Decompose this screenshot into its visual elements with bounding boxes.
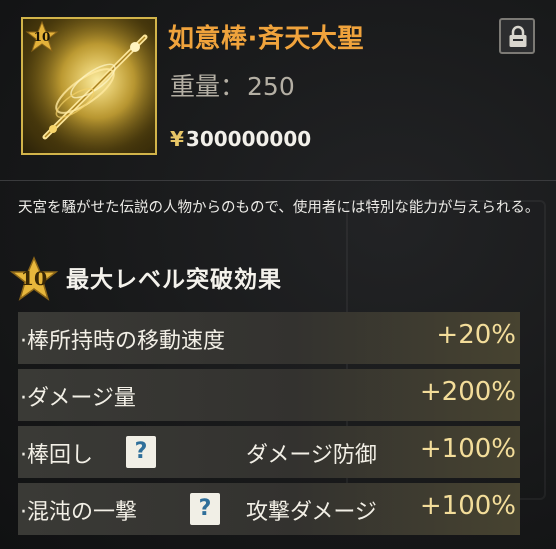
effect-row: ·棒所持時の移動速度 +20% (18, 312, 520, 364)
item-description: 天宮を騒がせた伝説の人物からのもので、使用者には特別な能力が与えられる。 (18, 200, 540, 216)
weight-value: 250 (247, 72, 295, 101)
divider (0, 180, 556, 181)
item-price: ¥300000000 (170, 127, 311, 151)
effect-sub-label: 攻撃ダメージ (246, 500, 377, 525)
effects-list: ·棒所持時の移動速度 +20% ·ダメージ量 +200% ·棒回し ? ダメージ… (18, 312, 520, 540)
price-value: 300000000 (185, 127, 312, 151)
help-icon[interactable]: ? (126, 436, 156, 468)
item-weight: 重量：250 (170, 67, 295, 103)
effect-row: ·棒回し ? ダメージ防御 +100% (18, 426, 520, 478)
max-level-section-header: 10 最大レベル突破効果 (8, 256, 548, 301)
effect-label: ·棒所持時の移動速度 (20, 329, 225, 354)
effect-label: ·ダメージ量 (20, 386, 136, 411)
effect-value: +100% (419, 491, 516, 521)
effect-value: +200% (419, 377, 516, 407)
item-name: 如意棒·斉天大聖 (168, 24, 364, 54)
lock-button[interactable] (499, 18, 535, 54)
weight-label: 重量： (170, 72, 246, 101)
effect-value: +20% (436, 320, 516, 350)
item-icon[interactable]: 10 (21, 17, 157, 155)
item-level-number: 10 (33, 30, 51, 44)
effect-value: +100% (419, 434, 516, 464)
section-level-badge: 10 (8, 256, 60, 302)
help-icon[interactable]: ? (190, 493, 220, 525)
lock-icon (509, 25, 527, 47)
effect-row: ·ダメージ量 +200% (18, 369, 520, 421)
effect-sub-label: ダメージ防御 (246, 443, 377, 468)
yen-symbol: ¥ (170, 127, 184, 151)
effect-label: ·棒回し (20, 443, 93, 468)
effect-row: ·混沌の一撃 ? 攻撃ダメージ +100% (18, 483, 520, 535)
item-detail-panel: 10 如意棒·斉天大聖 重量：250 ¥300000000 天宮を騒がせた伝説の… (0, 0, 556, 549)
section-title: 最大レベル突破効果 (66, 267, 282, 293)
section-level-number: 10 (20, 268, 48, 290)
item-level-badge: 10 (25, 21, 59, 53)
effect-label: ·混沌の一撃 (20, 500, 137, 525)
